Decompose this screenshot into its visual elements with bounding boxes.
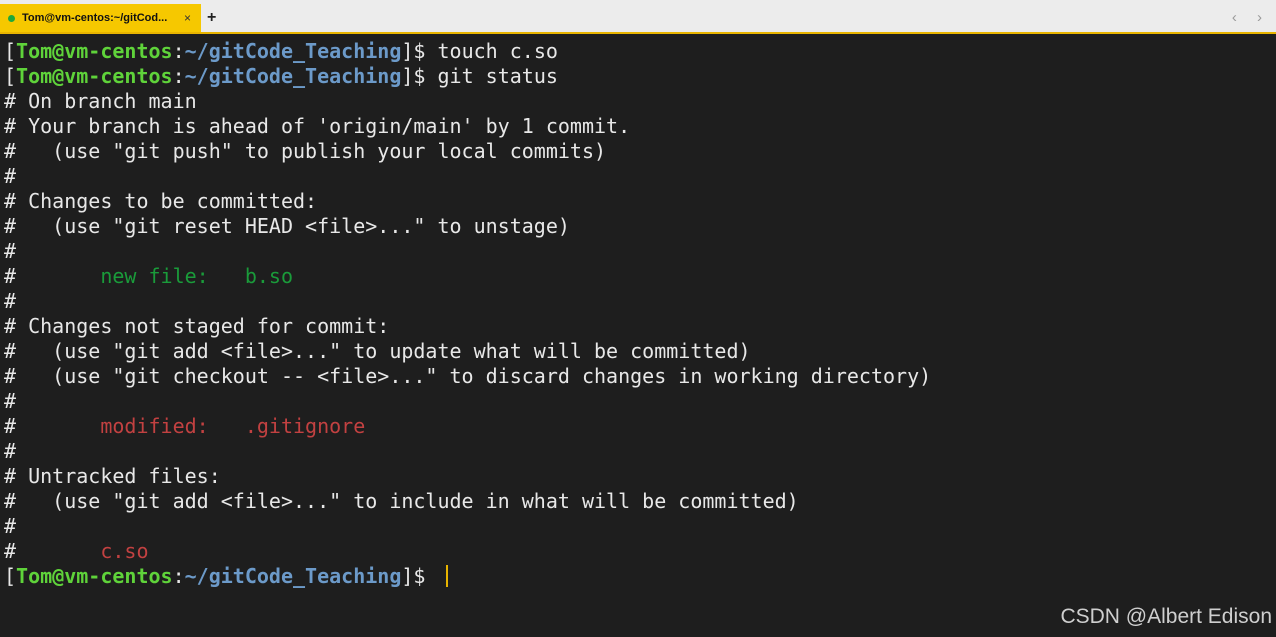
output-line: # (use "git checkout -- <file>..." to di… — [4, 364, 932, 388]
tab-title: Tom@vm-centos:~/gitCod... — [22, 12, 168, 24]
prompt-symbol: ]$ — [401, 39, 438, 63]
prompt-path: ~/gitCode_Teaching — [184, 64, 402, 88]
output-line: # Your branch is ahead of 'origin/main' … — [4, 114, 631, 138]
prompt-line: [Tom@vm-centos:~/gitCode_Teaching]$ git … — [4, 64, 1276, 89]
output-line: # — [4, 389, 17, 413]
prompt-symbol: ]$ — [401, 64, 438, 88]
close-tab-icon[interactable]: × — [184, 11, 191, 25]
prompt-bracket: [ — [4, 64, 17, 88]
prompt-bracket: [ — [4, 39, 17, 63]
output-line: # On branch main — [4, 89, 197, 113]
output-line: # c.so — [4, 539, 1276, 564]
output-line: # — [4, 289, 17, 313]
prompt-symbol: ]$ — [401, 564, 438, 588]
tab-scroll-arrows-icon[interactable]: ‹ › — [1232, 8, 1270, 28]
session-tab[interactable]: Tom@vm-centos:~/gitCod... × — [0, 4, 201, 32]
prompt-line: [Tom@vm-centos:~/gitCode_Teaching]$ touc… — [4, 39, 1276, 64]
prompt-colon: : — [172, 39, 185, 63]
output-line: # — [4, 514, 17, 538]
prompt-colon: : — [172, 64, 185, 88]
output-line: # modified: .gitignore — [4, 414, 1276, 439]
comment-prefix: # — [4, 539, 101, 563]
output-line: # Changes to be committed: — [4, 189, 318, 213]
staged-file-entry: new file: b.so — [100, 264, 293, 288]
connection-status-icon — [8, 14, 15, 22]
text-cursor — [445, 565, 448, 587]
output-line: # — [4, 239, 17, 263]
prompt-bracket: [ — [4, 564, 17, 588]
comment-prefix: # — [4, 264, 101, 288]
output-line: # (use "git add <file>..." to include in… — [4, 489, 799, 513]
output-line: # Untracked files: — [4, 464, 221, 488]
output-line: # — [4, 164, 17, 188]
modified-file-entry: modified: .gitignore — [100, 414, 366, 438]
output-line: # (use "git reset HEAD <file>..." to uns… — [4, 214, 570, 238]
prompt-user-host: Tom@vm-centos — [16, 39, 173, 63]
untracked-file-entry: c.so — [100, 539, 149, 563]
new-tab-button[interactable]: + — [207, 8, 216, 28]
prompt-colon: : — [172, 564, 185, 588]
prompt-user-host: Tom@vm-centos — [16, 564, 173, 588]
terminal-output[interactable]: [Tom@vm-centos:~/gitCode_Teaching]$ touc… — [0, 34, 1276, 637]
active-prompt-line[interactable]: [Tom@vm-centos:~/gitCode_Teaching]$ — [4, 564, 1276, 589]
prompt-user-host: Tom@vm-centos — [16, 64, 173, 88]
prompt-path: ~/gitCode_Teaching — [184, 564, 402, 588]
tab-bar: Tom@vm-centos:~/gitCod... × + ‹ › — [0, 0, 1276, 34]
output-line: # Changes not staged for commit: — [4, 314, 390, 338]
prompt-path: ~/gitCode_Teaching — [184, 39, 402, 63]
command-text: git status — [437, 64, 558, 88]
command-text: touch c.so — [437, 39, 558, 63]
comment-prefix: # — [4, 414, 101, 438]
output-line: # new file: b.so — [4, 264, 1276, 289]
watermark: CSDN @Albert Edison — [1060, 605, 1272, 628]
output-line: # (use "git push" to publish your local … — [4, 139, 607, 163]
output-line: # — [4, 439, 17, 463]
output-line: # (use "git add <file>..." to update wha… — [4, 339, 751, 363]
